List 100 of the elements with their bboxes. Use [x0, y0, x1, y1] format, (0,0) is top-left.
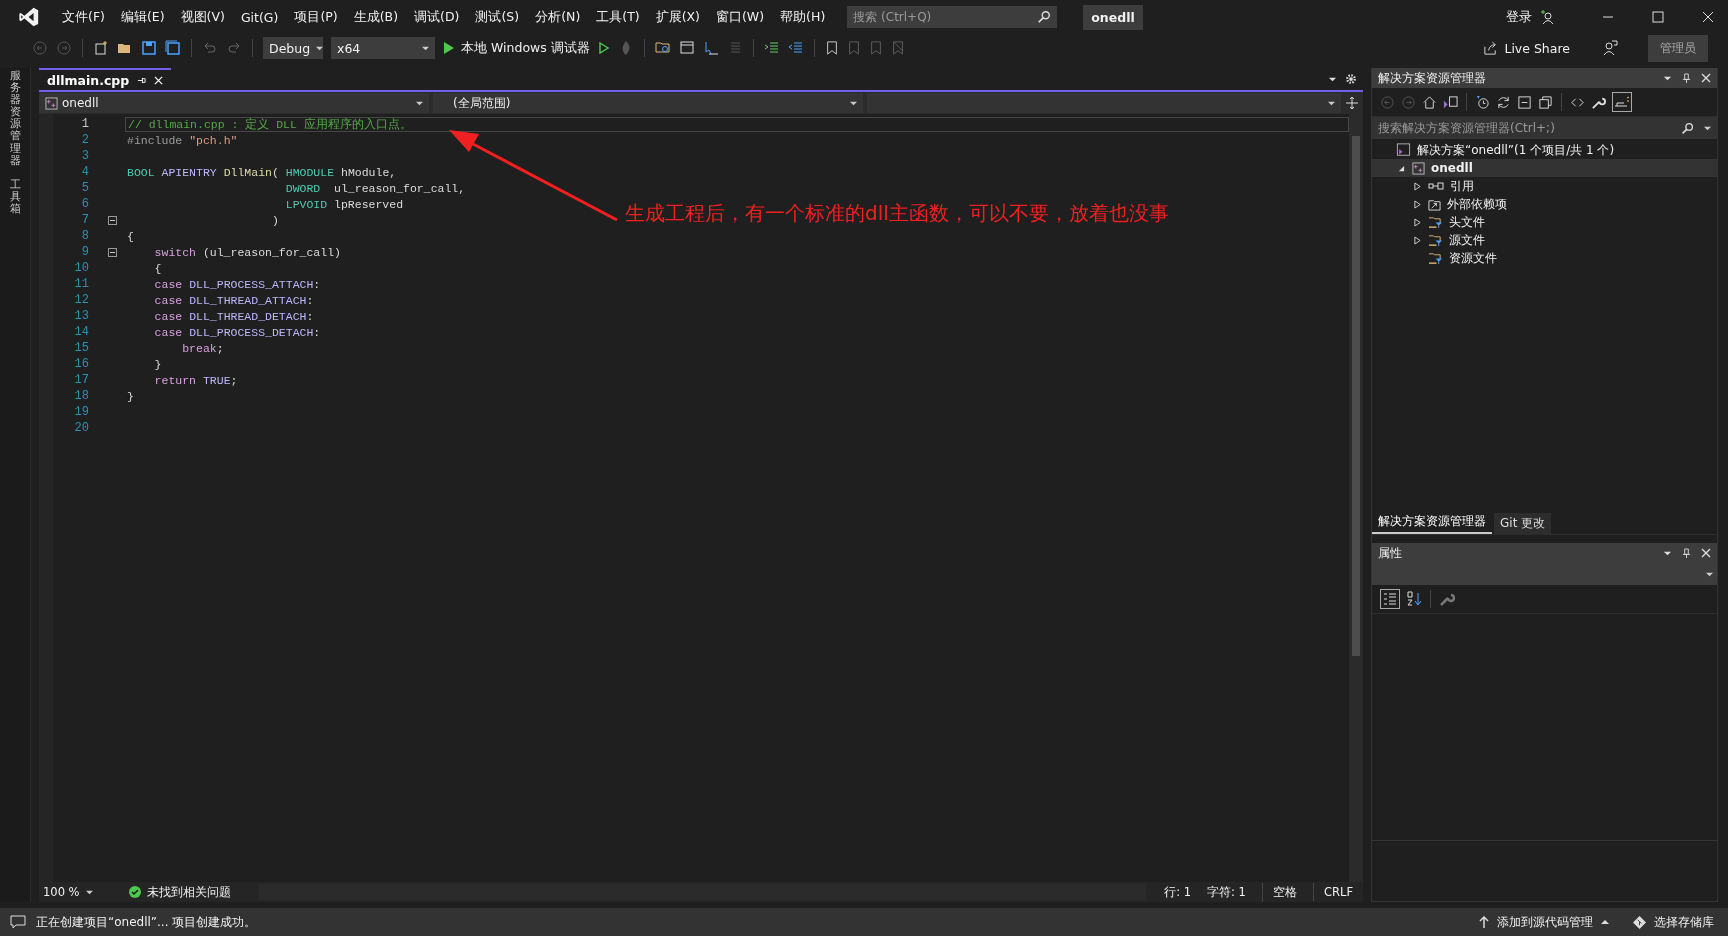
select-repository-button[interactable]: 选择存储库 — [1633, 913, 1714, 931]
feedback-icon[interactable] — [1602, 40, 1618, 56]
tree-item[interactable]: onedll — [1372, 159, 1717, 177]
menu-item[interactable]: 调试(D) — [406, 5, 468, 29]
tree-item[interactable]: 解决方案“onedll”(1 个项目/共 1 个) — [1372, 141, 1717, 159]
menu-item[interactable]: 帮助(H) — [772, 5, 834, 29]
arrow-up-icon — [1479, 916, 1489, 928]
pin-icon[interactable] — [1682, 72, 1691, 84]
pin-icon[interactable] — [1682, 547, 1691, 559]
window-icon[interactable] — [678, 40, 695, 56]
configuration-dropdown[interactable]: Debug — [263, 37, 323, 59]
menu-item[interactable]: Git(G) — [232, 6, 287, 28]
expanded-arrow-icon[interactable] — [1397, 164, 1405, 172]
tree-item[interactable]: 资源文件 — [1372, 249, 1717, 267]
save-all-icon[interactable] — [165, 40, 181, 56]
code-line: case DLL_THREAD_DETACH: — [153, 308, 315, 324]
panel-tab[interactable]: Git 更改 — [1494, 513, 1552, 534]
line-number: 3 — [80, 149, 89, 163]
close-icon[interactable] — [1701, 73, 1711, 83]
caret-up-icon — [1601, 918, 1609, 926]
tree-item[interactable]: 引用 — [1372, 177, 1717, 195]
indent-icon[interactable] — [763, 40, 780, 56]
collapsed-arrow-icon[interactable] — [1413, 235, 1421, 245]
line-number: 15 — [73, 341, 89, 355]
person-add-icon[interactable] — [1540, 9, 1556, 25]
refresh-icon[interactable] — [1496, 94, 1511, 110]
history-icon[interactable] — [1475, 94, 1490, 110]
vertical-scrollbar[interactable] — [1349, 114, 1363, 882]
tree-item[interactable]: 源文件 — [1372, 231, 1717, 249]
code-line: case DLL_PROCESS_ATTACH: — [153, 276, 322, 292]
explorer-search-field[interactable]: 搜索解决方案资源管理器(Ctrl+;) — [1372, 117, 1717, 139]
menu-item[interactable]: 分析(N) — [527, 5, 589, 29]
sign-in-link[interactable]: 登录 — [1506, 8, 1532, 26]
collapse-all-icon[interactable] — [1517, 94, 1532, 110]
run-button[interactable]: 本地 Windows 调试器 — [443, 39, 590, 57]
line-number: 19 — [73, 405, 89, 419]
status-message: 正在创建项目“onedll”... 项目创建成功。 — [36, 913, 257, 931]
sort-alphabetical-icon[interactable] — [1406, 591, 1422, 607]
tree-item[interactable]: 外部依赖项 — [1372, 195, 1717, 213]
search-field[interactable]: 搜索 (Ctrl+Q) — [847, 6, 1058, 28]
code-line: break; — [181, 340, 225, 356]
spacing-indicator[interactable]: 空格 — [1261, 882, 1307, 902]
collapsed-arrow-icon[interactable] — [1413, 199, 1421, 209]
filter-folder-icon — [1428, 215, 1443, 229]
copy-icon[interactable] — [1538, 94, 1553, 110]
code-line: { — [126, 228, 135, 244]
code-line: DWORD ul_reason_for_call, — [284, 180, 467, 196]
project-dropdown[interactable]: onedll — [39, 93, 429, 113]
home-icon[interactable] — [1422, 94, 1437, 110]
menu-item[interactable]: 工具(T) — [588, 5, 648, 29]
new-project-icon[interactable] — [93, 40, 109, 56]
line-number: 5 — [80, 181, 89, 195]
add-to-source-control-button[interactable]: 添加到源代码管理 — [1479, 913, 1609, 931]
menu-item[interactable]: 生成(B) — [345, 5, 407, 29]
line-number: 7 — [80, 213, 89, 227]
bookmark-icon[interactable] — [824, 40, 839, 56]
menu-item[interactable]: 项目(P) — [286, 5, 346, 29]
settings-icon[interactable] — [1345, 73, 1357, 85]
code-line: } — [153, 356, 163, 372]
categorized-icon[interactable] — [1380, 589, 1400, 609]
collapse-icon[interactable] — [107, 215, 117, 225]
tree-item[interactable]: 头文件 — [1372, 213, 1717, 231]
filter-folder-icon — [1428, 251, 1443, 265]
close-icon[interactable] — [1702, 11, 1714, 23]
panel-tab[interactable]: 解决方案资源管理器 — [1372, 511, 1492, 534]
share-icon — [1483, 40, 1499, 56]
collapsed-arrow-icon[interactable] — [1413, 181, 1421, 191]
collapse-icon[interactable] — [107, 247, 117, 257]
caret-icon — [422, 44, 429, 52]
menu-item[interactable]: 文件(F) — [54, 5, 113, 29]
admin-button[interactable]: 管理员 — [1648, 34, 1708, 62]
menu-item[interactable]: 扩展(X) — [647, 5, 708, 29]
zoom-dropdown[interactable]: 100 % — [39, 885, 123, 899]
live-share-button[interactable]: Live Share — [1483, 40, 1570, 56]
menu-item[interactable]: 视图(V) — [172, 5, 233, 29]
preview-icon[interactable] — [1612, 92, 1632, 112]
outdent-icon[interactable] — [787, 40, 804, 56]
redo-icon[interactable] — [226, 40, 242, 56]
code-line: case DLL_THREAD_ATTACH: — [153, 292, 315, 308]
platform-dropdown[interactable]: x64 — [331, 37, 435, 59]
line-ending-indicator[interactable]: CRLF — [1312, 883, 1363, 901]
play-outline-icon[interactable] — [597, 42, 610, 54]
save-icon[interactable] — [141, 40, 157, 56]
issues-status[interactable]: 未找到相关问题 — [147, 884, 231, 900]
maximize-icon[interactable] — [1652, 11, 1664, 23]
collapsed-arrow-icon[interactable] — [1413, 217, 1421, 227]
menu-item[interactable]: 窗口(W) — [708, 5, 773, 29]
split-icon[interactable] — [1345, 96, 1359, 110]
solution-icon[interactable] — [1443, 94, 1458, 110]
menu-item[interactable]: 编辑(E) — [112, 5, 173, 29]
side-tab[interactable]: 服务器资源管理器 — [9, 70, 21, 167]
caret-icon — [85, 888, 93, 896]
scope-dropdown[interactable]: (全局范围) — [433, 93, 863, 113]
folder-search-icon[interactable] — [654, 40, 671, 56]
code-line: { — [153, 260, 163, 276]
side-tab[interactable]: 工具箱 — [9, 178, 21, 216]
code-line: LPVOID lpReserved — [284, 196, 405, 212]
close-icon[interactable] — [1701, 548, 1711, 558]
menu-item[interactable]: 测试(S) — [467, 5, 528, 29]
undo-icon[interactable] — [202, 40, 218, 56]
